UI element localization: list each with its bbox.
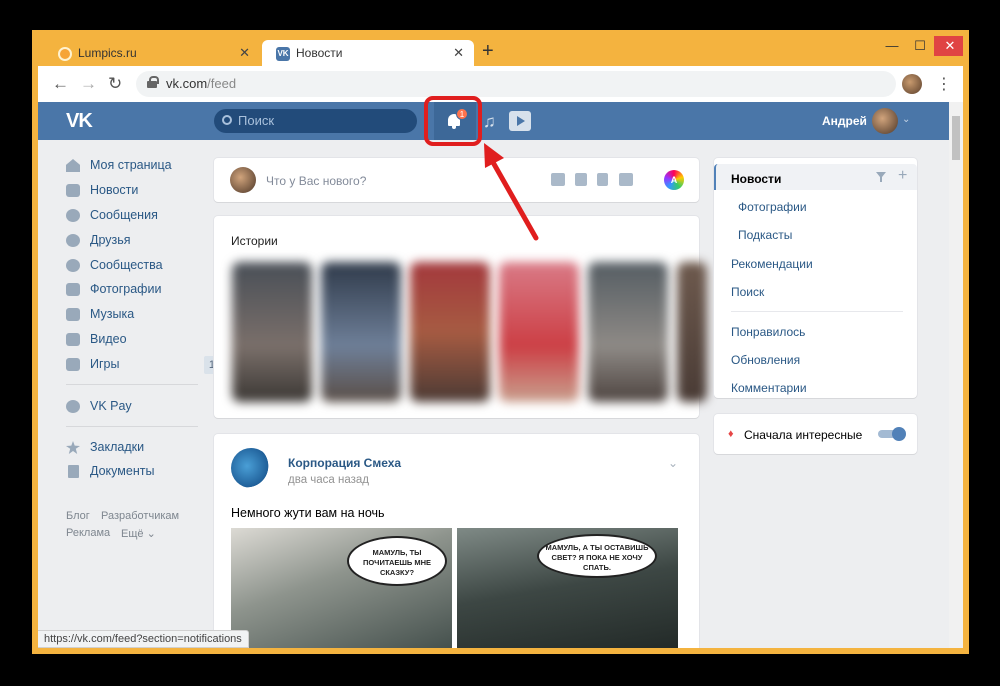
browser-window: Lumpics.ru ✕ VK Новости ✕ + — ☐ ✕ ← → ↻ … <box>32 30 969 654</box>
annotation-arrow <box>484 143 539 241</box>
browser-content: Lumpics.ru ✕ VK Новости ✕ + — ☐ ✕ ← → ↻ … <box>38 36 963 648</box>
